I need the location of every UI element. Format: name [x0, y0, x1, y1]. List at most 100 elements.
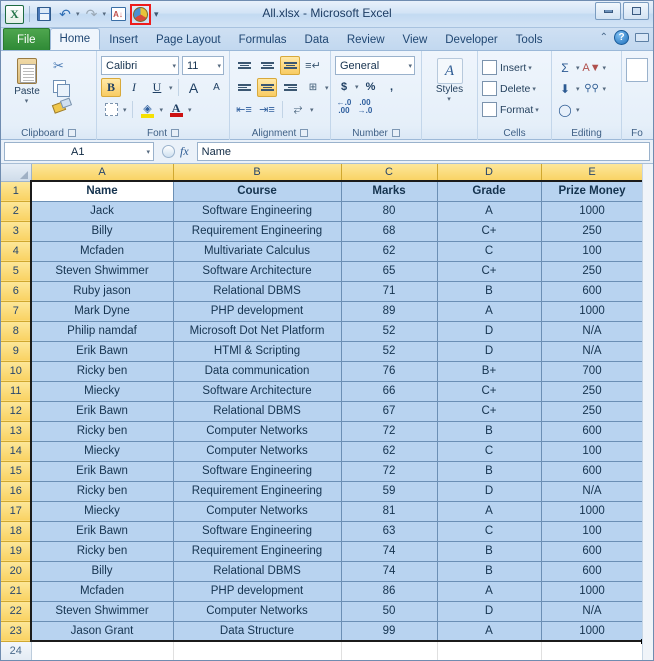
grid-cell[interactable]: 250 [540, 400, 644, 422]
align-left-button[interactable] [234, 78, 254, 97]
underline-button[interactable]: U [147, 78, 167, 97]
grid-cell[interactable]: 1000 [540, 580, 644, 602]
autosum-dropdown-icon[interactable]: ▾ [576, 64, 580, 72]
column-header-b[interactable]: B [173, 164, 342, 182]
grid-cell[interactable]: 72 [340, 460, 438, 482]
grid-cell[interactable]: Philip namdaf [30, 320, 174, 342]
currency-dropdown-icon[interactable]: ▾ [355, 83, 359, 91]
grid-cell[interactable]: Ricky ben [30, 360, 174, 382]
clipboard-dialog-launcher-icon[interactable] [67, 129, 76, 137]
orientation-button[interactable]: ⥂ [288, 100, 308, 119]
grid-cell[interactable]: PHP development [172, 580, 342, 602]
sort-filter-dropdown-icon[interactable]: ▾ [603, 64, 607, 72]
grid-cell[interactable]: 52 [340, 320, 438, 342]
grid-cell[interactable]: Erik Bawn [30, 520, 174, 542]
column-header-c[interactable]: C [341, 164, 438, 182]
minimize-ribbon-icon[interactable] [635, 33, 649, 42]
grid-cell[interactable]: A [436, 580, 542, 602]
grid-cell[interactable]: Miecky [30, 440, 174, 462]
grid-cell[interactable]: Relational DBMS [172, 560, 342, 582]
grid-cell[interactable]: 52 [340, 340, 438, 362]
grid-cell[interactable]: 86 [340, 580, 438, 602]
grid-cell[interactable]: 71 [340, 280, 438, 302]
alignment-dialog-launcher-icon[interactable] [300, 129, 309, 137]
grid-cell[interactable]: Requirement Engineering [172, 480, 342, 502]
name-box[interactable]: A1 ▾ [4, 142, 154, 161]
grid-cell[interactable]: 67 [340, 400, 438, 422]
grid-cell[interactable]: 81 [340, 500, 438, 522]
grid-cell[interactable]: 600 [540, 540, 644, 562]
grid-cell[interactable]: 600 [540, 560, 644, 582]
row-header[interactable]: 5 [1, 261, 32, 282]
grid-cell[interactable]: C [436, 440, 542, 462]
borders-dropdown-icon[interactable]: ▾ [123, 106, 127, 114]
tab-tools[interactable]: Tools [507, 29, 552, 50]
grid-cell[interactable]: Relational DBMS [172, 400, 342, 422]
grid-cell[interactable]: Software Engineering [172, 460, 342, 482]
tab-developer[interactable]: Developer [436, 29, 506, 50]
styles-dropdown-icon[interactable]: ▾ [447, 95, 451, 103]
styles-button[interactable]: A Styles ▾ [428, 56, 472, 103]
borders-button[interactable] [101, 100, 121, 119]
clear-dropdown-icon[interactable]: ▾ [576, 106, 580, 114]
tab-view[interactable]: View [394, 29, 437, 50]
grid-cell[interactable]: 1000 [540, 620, 644, 642]
grid-cell[interactable]: 76 [340, 360, 438, 382]
grid-cell[interactable]: Software Architecture [172, 260, 342, 282]
grid-cell[interactable]: 74 [340, 560, 438, 582]
grid-cell[interactable]: A [436, 200, 542, 222]
grid-cell[interactable]: 250 [540, 380, 644, 402]
grid-cell[interactable]: Requirement Engineering [172, 220, 342, 242]
grid-cell[interactable]: C+ [436, 380, 542, 402]
grid-cell[interactable]: Steven Shwimmer [30, 600, 174, 622]
grid-cell[interactable]: Mark Dyne [30, 300, 174, 322]
grid-cell[interactable]: 1000 [540, 300, 644, 322]
grid-cell[interactable]: Erik Bawn [30, 460, 174, 482]
grid-cell[interactable]: Data communication [172, 360, 342, 382]
align-center-button[interactable] [257, 78, 277, 97]
grid-cell[interactable]: Computer Networks [172, 440, 342, 462]
grid-cell[interactable]: Erik Bawn [30, 400, 174, 422]
grid-cell[interactable]: 59 [340, 480, 438, 502]
grid-cell[interactable]: 100 [540, 440, 644, 462]
format-painter-button[interactable] [51, 96, 72, 116]
grid-cell[interactable]: D [436, 480, 542, 502]
grid-cell[interactable] [436, 640, 542, 660]
grid-cell[interactable]: 600 [540, 280, 644, 302]
grid-cell[interactable]: B [436, 560, 542, 582]
grid-cell[interactable] [540, 640, 644, 660]
grid-cell[interactable]: B [436, 280, 542, 302]
decrease-indent-button[interactable]: ⇤≡ [234, 100, 254, 119]
tab-insert[interactable]: Insert [100, 29, 147, 50]
format-dropdown-icon[interactable]: ▾ [535, 106, 539, 114]
autosum-icon[interactable]: Σ [556, 59, 574, 77]
merge-dropdown-icon[interactable]: ▾ [325, 84, 329, 92]
cancel-formula-icon[interactable] [162, 145, 175, 158]
name-box-dropdown-icon[interactable]: ▾ [146, 148, 150, 156]
grid-cell[interactable]: HTMl & Scripting [172, 340, 342, 362]
row-header[interactable]: 22 [1, 601, 32, 622]
grid-cell[interactable]: Miecky [30, 500, 174, 522]
grid-cell[interactable]: Microsoft Dot Net Platform [172, 320, 342, 342]
row-header[interactable]: 1 [1, 181, 32, 202]
grid-cell[interactable]: 600 [540, 460, 644, 482]
grid-cell[interactable]: C+ [436, 260, 542, 282]
percent-button[interactable]: % [362, 78, 380, 95]
grid-cell[interactable]: Mcfaden [30, 240, 174, 262]
find-select-icon[interactable]: ⚲⚲ [583, 80, 601, 98]
collapse-ribbon-icon[interactable]: ⌃ [600, 32, 608, 43]
grid-cell[interactable]: Ruby jason [30, 280, 174, 302]
fill-dropdown-icon[interactable]: ▾ [576, 85, 580, 93]
grid-cell[interactable]: 600 [540, 420, 644, 442]
shrink-font-button[interactable]: A [207, 78, 227, 97]
copy-button[interactable]: ▾ [51, 76, 72, 97]
grid-cell[interactable]: 50 [340, 600, 438, 622]
grid-cell[interactable]: 65 [340, 260, 438, 282]
grid-cell[interactable]: 62 [340, 440, 438, 462]
grid-cell[interactable]: 89 [340, 300, 438, 322]
font-dialog-launcher-icon[interactable] [171, 129, 179, 137]
top-align-button[interactable] [234, 56, 254, 75]
grid-cell[interactable]: D [436, 320, 542, 342]
grid-cell[interactable]: 99 [340, 620, 438, 642]
grid-cell[interactable]: Ricky ben [30, 480, 174, 502]
